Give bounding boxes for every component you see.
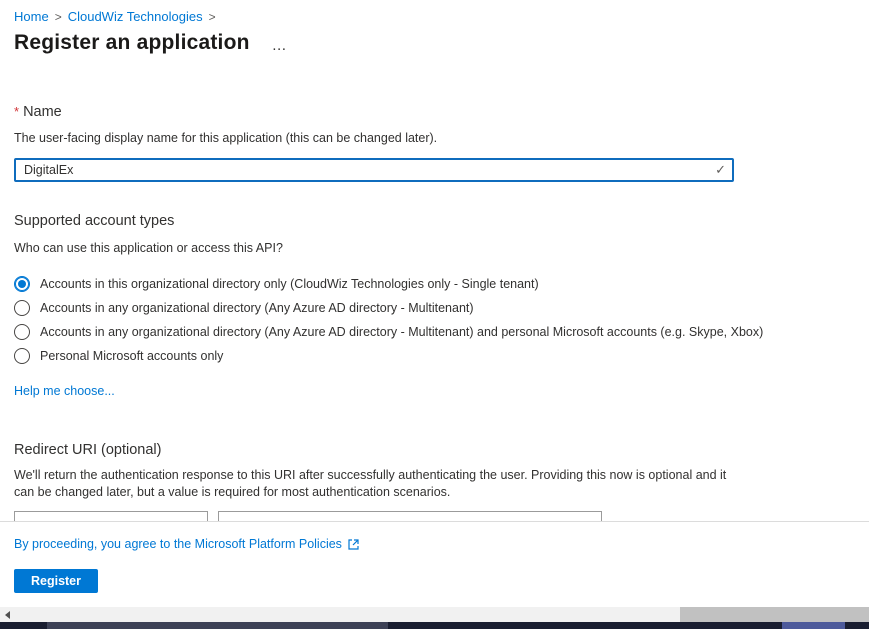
redirect-uri-heading: Redirect URI (optional): [14, 442, 161, 458]
register-button[interactable]: Register: [14, 569, 98, 593]
radio-option-multitenant-personal[interactable]: Accounts in any organizational directory…: [14, 320, 763, 344]
policies-agreement: By proceeding, you agree to the Microsof…: [14, 537, 360, 551]
platform-policies-link[interactable]: By proceeding, you agree to the Microsof…: [14, 537, 342, 551]
radio-option-label: Accounts in this organizational director…: [40, 277, 539, 291]
redirect-uri-description: We'll return the authentication response…: [14, 467, 740, 500]
redirect-uri-platform-select[interactable]: [14, 511, 208, 521]
radio-button-icon: [14, 300, 30, 316]
breadcrumb-separator: >: [209, 10, 216, 24]
horizontal-scrollbar[interactable]: [0, 607, 869, 622]
footer-divider: [0, 521, 869, 522]
account-type-radio-group: Accounts in this organizational director…: [14, 272, 763, 368]
breadcrumb-separator: >: [55, 10, 62, 24]
application-name-input[interactable]: [14, 158, 734, 182]
page-header: Register an application …: [14, 31, 288, 55]
bottom-bar-segment: [47, 622, 388, 629]
radio-button-icon: [14, 348, 30, 364]
radio-option-personal-only[interactable]: Personal Microsoft accounts only: [14, 344, 763, 368]
scrollbar-left-arrow-icon[interactable]: [0, 607, 15, 622]
breadcrumb-cloudwiz-link[interactable]: CloudWiz Technologies: [68, 9, 203, 24]
supported-account-types-heading: Supported account types: [14, 213, 174, 229]
radio-option-single-tenant[interactable]: Accounts in this organizational director…: [14, 272, 763, 296]
radio-option-multitenant[interactable]: Accounts in any organizational directory…: [14, 296, 763, 320]
help-me-choose-link[interactable]: Help me choose...: [14, 384, 115, 398]
radio-option-label: Accounts in any organizational directory…: [40, 325, 763, 339]
name-field-label: * Name: [14, 104, 62, 120]
bottom-bar-segment: [782, 622, 845, 629]
name-label-text: Name: [23, 104, 62, 120]
more-options-icon[interactable]: …: [272, 33, 288, 54]
radio-option-label: Accounts in any organizational directory…: [40, 301, 474, 315]
scrollbar-thumb[interactable]: [680, 607, 869, 622]
required-asterisk: *: [14, 104, 19, 119]
name-field-description: The user-facing display name for this ap…: [14, 131, 437, 145]
breadcrumb-home-link[interactable]: Home: [14, 9, 49, 24]
page-title: Register an application: [14, 31, 250, 55]
account-types-question: Who can use this application or access t…: [14, 241, 283, 255]
breadcrumb: Home > CloudWiz Technologies >: [14, 9, 216, 24]
radio-option-label: Personal Microsoft accounts only: [40, 349, 223, 363]
bottom-edge-bar: [0, 622, 869, 629]
radio-button-icon: [14, 276, 30, 292]
external-link-icon: [347, 538, 360, 551]
name-input-wrapper: ✓: [14, 158, 734, 182]
redirect-uri-input[interactable]: [218, 511, 602, 521]
radio-button-icon: [14, 324, 30, 340]
